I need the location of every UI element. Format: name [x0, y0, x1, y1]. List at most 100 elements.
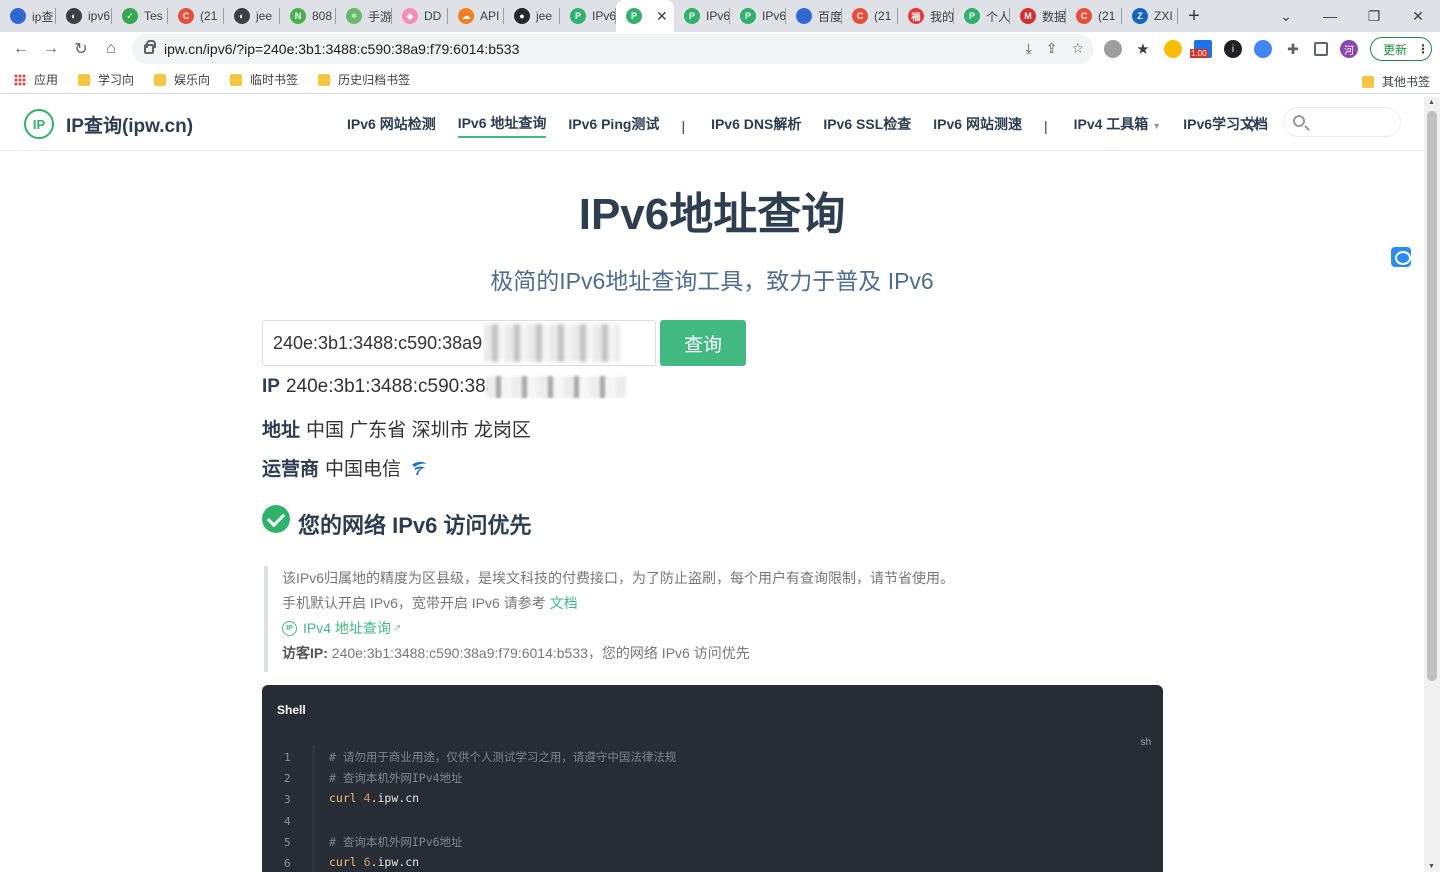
tab-favicon-icon: C: [178, 8, 194, 24]
line-number: 5: [284, 836, 291, 849]
page-subtitle: 极简的IPv6地址查询工具，致力于普及 IPv6: [490, 268, 934, 294]
window-controls: ⌄ — ❐ ✕: [1264, 0, 1440, 32]
tab-search-dropdown-icon[interactable]: ⌄: [1264, 0, 1308, 32]
tab-title: 百度: [818, 9, 842, 24]
close-tab-icon[interactable]: ✕: [656, 8, 668, 25]
browser-tab[interactable]: ✶ 手游: [336, 0, 392, 32]
site-logo[interactable]: IP IP查询(ipw.cn): [24, 109, 193, 139]
other-bookmarks[interactable]: 其他书签: [1361, 73, 1430, 90]
tab-favicon-icon: 🐾: [10, 8, 26, 24]
bookmark-folder[interactable]: 娱乐向: [154, 71, 210, 88]
browser-tab-strip: 🐾 ip查 ◐ ipv6 ✓ Tes C (21 ◐ jee N 808 ✶ 手游 ◆ DD ☁ API ● jee P…: [0, 0, 1440, 32]
nav-link[interactable]: IPv4 工具箱 ▼: [1074, 114, 1162, 137]
scroll-down-icon[interactable]: ▼: [1428, 863, 1435, 870]
nav-link-label: IPv4 工具箱: [1073, 116, 1149, 132]
browser-tab[interactable]: ◐ jee: [224, 0, 280, 32]
browser-tab-active[interactable]: P ✕: [616, 0, 674, 32]
lock-icon[interactable]: [144, 40, 156, 54]
bookmark-label: 临时书签: [250, 73, 299, 87]
tab-title: IPv6: [762, 9, 786, 23]
nav-link[interactable]: IPv6 地址查询: [457, 113, 547, 138]
forward-button[interactable]: →: [36, 34, 66, 64]
ipv4-link-label: IPv4 地址查询: [303, 620, 391, 636]
bookmark-star-icon[interactable]: ☆: [1071, 40, 1084, 57]
menu-kebab-icon[interactable]: ⋮: [1417, 42, 1429, 56]
bookmark-apps[interactable]: 应用: [14, 71, 58, 88]
ip-logo-small-icon: IP: [282, 621, 297, 636]
browser-tab[interactable]: C (21: [168, 0, 224, 32]
browser-tab[interactable]: M 数据: [1010, 0, 1066, 32]
page-scrollbar[interactable]: ▲ ▼: [1424, 97, 1440, 872]
browser-tab[interactable]: P IPv6: [674, 0, 730, 32]
code-tab-shell[interactable]: Shell: [277, 703, 306, 717]
ipv6-status: 您的网络 IPv6 访问优先: [262, 498, 531, 540]
bookmark-folder[interactable]: 临时书签: [230, 71, 298, 88]
install-app-icon[interactable]: ⤓: [1026, 40, 1032, 57]
browser-tab[interactable]: 福我的: [898, 0, 954, 32]
home-button[interactable]: ⌂: [96, 34, 126, 64]
code-text: .ipw.cn: [370, 791, 420, 805]
star-extension-icon[interactable]: ★: [1134, 40, 1152, 58]
minimize-button[interactable]: —: [1308, 0, 1352, 32]
tab-favicon-icon: 🐾: [796, 8, 812, 24]
code-keyword: curl: [329, 791, 357, 805]
browser-tab[interactable]: 🐾 ip查: [0, 0, 56, 32]
browser-tab[interactable]: Z ZXI: [1122, 0, 1178, 32]
tab-title: ZXI: [1154, 9, 1173, 23]
browser-tab[interactable]: ◆ DD: [392, 0, 448, 32]
nav-link[interactable]: IPv6 网站检测: [347, 114, 436, 137]
tab-favicon-icon: N: [290, 8, 306, 24]
status-text: 您的网络 IPv6 访问优先: [298, 513, 532, 538]
bookmark-folder[interactable]: 历史归档书签: [318, 71, 410, 88]
reload-button[interactable]: ↻: [66, 34, 96, 64]
tab-favicon-icon: Z: [1132, 8, 1148, 24]
update-button[interactable]: 更新 ⋮: [1370, 37, 1432, 61]
scrollbar-thumb[interactable]: [1427, 111, 1437, 681]
redacted-blur: [484, 324, 620, 362]
url-text[interactable]: ipw.cn/ipv6/?ip=240e:3b1:3488:c590:38a9:…: [164, 41, 519, 57]
nav-link-label: IPv6 Ping测试: [568, 116, 660, 132]
restore-button[interactable]: ❐: [1352, 0, 1396, 32]
nav-link[interactable]: IPv6 网站测速: [933, 114, 1022, 137]
back-button[interactable]: ←: [6, 34, 36, 64]
docs-link[interactable]: 文档: [550, 595, 578, 611]
extension-green-dot-icon[interactable]: [1104, 40, 1122, 58]
external-link-icon: ↗: [392, 623, 402, 634]
scroll-up-icon[interactable]: ▲: [1428, 99, 1435, 106]
side-panel-icon[interactable]: [1314, 42, 1328, 56]
address-bar[interactable]: ipw.cn/ipv6/?ip=240e:3b1:3488:c590:38a9:…: [132, 34, 1094, 64]
floating-chat-icon[interactable]: [1391, 247, 1411, 267]
ipv4-query-link[interactable]: IP IPv4 地址查询 ↗: [282, 616, 1162, 641]
nav-link[interactable]: IPv6 SSL检查: [823, 114, 911, 137]
browser-tab[interactable]: C (21: [842, 0, 898, 32]
tab-title: jee: [536, 9, 553, 23]
browser-tab[interactable]: 🐾 百度: [786, 0, 842, 32]
dropdown-caret-icon: ▼: [1152, 121, 1162, 131]
theme-toggle-sun-icon[interactable]: [1244, 116, 1260, 132]
browser-tab[interactable]: ☁ API: [448, 0, 504, 32]
shield-extension-icon[interactable]: [1164, 40, 1182, 58]
nav-link[interactable]: IPv6 DNS解析: [711, 114, 801, 137]
close-window-button[interactable]: ✕: [1396, 0, 1440, 32]
browser-tab[interactable]: P IPv6: [560, 0, 616, 32]
info-extension-icon[interactable]: i: [1224, 40, 1242, 58]
bookmark-folder[interactable]: 学习向: [78, 71, 134, 88]
profile-avatar[interactable]: 河: [1340, 40, 1358, 58]
browser-tab[interactable]: P IPv6: [730, 0, 786, 32]
browser-tab[interactable]: N 808: [280, 0, 336, 32]
ip-result-row: IP 240e:3b1:3488:c590:38a: [262, 376, 496, 398]
chat-extension-icon[interactable]: [1254, 40, 1272, 58]
new-tab-button[interactable]: +: [1178, 0, 1210, 32]
browser-tab[interactable]: ◐ ipv6: [56, 0, 112, 32]
counter-extension-icon[interactable]: 1.00: [1190, 40, 1212, 58]
puzzle-extensions-icon[interactable]: ✚: [1284, 40, 1302, 58]
share-icon[interactable]: ⇪: [1046, 40, 1058, 57]
browser-tab[interactable]: ● jee: [504, 0, 560, 32]
browser-tab[interactable]: C (21: [1066, 0, 1122, 32]
query-button[interactable]: 查询: [660, 320, 746, 366]
nav-link[interactable]: IPv6 Ping测试: [568, 114, 659, 137]
browser-tab[interactable]: P 个人: [954, 0, 1010, 32]
browser-tab[interactable]: ✓ Tes: [112, 0, 168, 32]
tab-title: ipv6: [88, 9, 111, 23]
site-search-input[interactable]: [1283, 107, 1401, 137]
